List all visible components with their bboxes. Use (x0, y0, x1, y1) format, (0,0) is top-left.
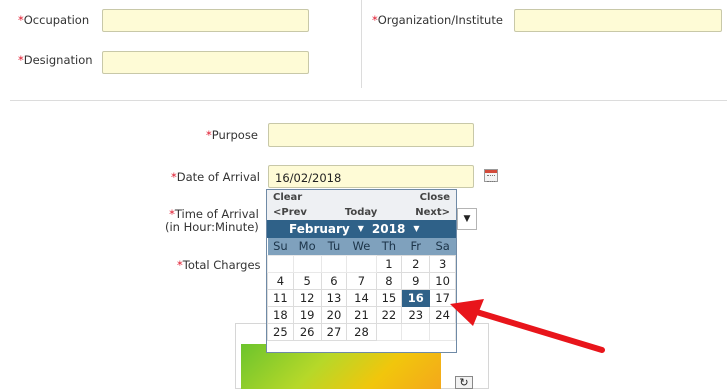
weekday-we: We (346, 238, 377, 255)
weekday-th: Th (376, 238, 402, 255)
time-of-arrival-label: *Time of Arrival (in Hour:Minute) (165, 207, 259, 234)
week-row: 11 12 13 14 15 16 17 (267, 288, 456, 307)
minute-select[interactable]: ▼ (457, 208, 477, 230)
datepicker-nav: <Prev Today Next> (267, 205, 456, 220)
occupation-input[interactable] (102, 9, 309, 32)
day-cell-26[interactable]: 26 (292, 322, 322, 341)
chevron-down-icon[interactable]: ▼ (413, 220, 419, 238)
day-cell-22[interactable]: 22 (375, 305, 403, 324)
day-cell-7[interactable]: 7 (346, 271, 377, 290)
occupation-label: *Occupation (18, 13, 90, 27)
chevron-down-icon: ▼ (463, 214, 471, 224)
section-divider-vertical (361, 0, 362, 88)
day-cell-3[interactable]: 3 (429, 254, 456, 273)
section-divider-horizontal (10, 100, 727, 101)
day-cell-16[interactable]: 16 (401, 288, 431, 307)
weekday-tu: Tu (321, 238, 347, 255)
empty-day-cell (375, 322, 403, 341)
close-button[interactable]: Close (420, 190, 450, 205)
day-cell-18[interactable]: 18 (267, 305, 294, 324)
day-cell-21[interactable]: 21 (346, 305, 377, 324)
date-of-arrival-input[interactable]: 16/02/2018 (268, 165, 474, 188)
calendar-icon[interactable] (484, 169, 498, 182)
organization-label: *Organization/Institute (372, 13, 503, 27)
weekday-su: Su (267, 238, 294, 255)
day-cell-11[interactable]: 11 (267, 288, 294, 307)
clear-button[interactable]: Clear (273, 190, 302, 205)
day-cell-20[interactable]: 20 (320, 305, 348, 324)
day-cell-4[interactable]: 4 (267, 271, 294, 290)
designation-input[interactable] (102, 51, 309, 74)
day-cell-19[interactable]: 19 (292, 305, 322, 324)
empty-day-cell (267, 254, 294, 273)
day-cell-12[interactable]: 12 (292, 288, 322, 307)
designation-label: *Designation (18, 53, 93, 67)
day-cell-25[interactable]: 25 (267, 322, 294, 341)
day-cell-9[interactable]: 9 (401, 271, 431, 290)
day-cell-23[interactable]: 23 (401, 305, 431, 324)
day-cell-2[interactable]: 2 (401, 254, 431, 273)
chevron-down-icon[interactable]: ▼ (358, 220, 364, 238)
day-cell-28[interactable]: 28 (346, 322, 377, 341)
year-select[interactable]: 2018 (372, 220, 405, 238)
today-button[interactable]: Today (345, 205, 377, 220)
datepicker-header: February ▼ 2018 ▼ (267, 220, 456, 238)
weekday-fr: Fr (401, 238, 430, 255)
weekday-mo: Mo (293, 238, 322, 255)
refresh-icon[interactable]: ↻ (455, 376, 473, 389)
day-cell-5[interactable]: 5 (292, 271, 322, 290)
week-row: 25 26 27 28 (267, 322, 456, 341)
total-charges-label: *Total Charges (177, 258, 261, 272)
datepicker-popup: Clear Close <Prev Today Next> February ▼… (266, 189, 457, 353)
day-cell-8[interactable]: 8 (375, 271, 403, 290)
organization-input[interactable] (514, 9, 722, 32)
day-cell-13[interactable]: 13 (320, 288, 348, 307)
month-select[interactable]: February (289, 220, 350, 238)
weekday-sa: Sa (429, 238, 456, 255)
datepicker-days: 1 2 3 4 5 6 7 8 9 10 11 12 13 14 15 16 17 18 19 20 21 22 23 24 2… (267, 254, 456, 341)
day-cell-6[interactable]: 6 (320, 271, 348, 290)
empty-day-cell (401, 322, 431, 341)
day-cell-10[interactable]: 10 (429, 271, 456, 290)
arrow-shaft (467, 307, 605, 353)
prev-month-button[interactable]: <Prev (273, 205, 307, 220)
empty-day-cell (346, 254, 377, 273)
empty-day-cell (320, 254, 348, 273)
week-row: 4 5 6 7 8 9 10 (267, 271, 456, 290)
day-cell-27[interactable]: 27 (320, 322, 348, 341)
day-cell-14[interactable]: 14 (346, 288, 377, 307)
purpose-input[interactable] (268, 123, 474, 147)
week-row: 123 (267, 254, 456, 273)
datepicker-grid: Su Mo Tu We Th Fr Sa 1 2 3 4 5 6 7 8 9 10 11 12 13 14 15 16 17… (267, 238, 456, 341)
week-row: 18 19 20 21 22 23 24 (267, 305, 456, 324)
empty-day-cell (292, 254, 322, 273)
datepicker-actions: Clear Close (267, 190, 456, 205)
annotation-arrow (450, 299, 605, 353)
day-cell-15[interactable]: 15 (375, 288, 403, 307)
day-cell-1[interactable]: 1 (375, 254, 403, 273)
weekday-header-row: Su Mo Tu We Th Fr Sa (267, 238, 456, 255)
purpose-label: *Purpose (206, 128, 258, 142)
next-month-button[interactable]: Next> (415, 205, 450, 220)
date-of-arrival-label: *Date of Arrival (171, 170, 260, 184)
